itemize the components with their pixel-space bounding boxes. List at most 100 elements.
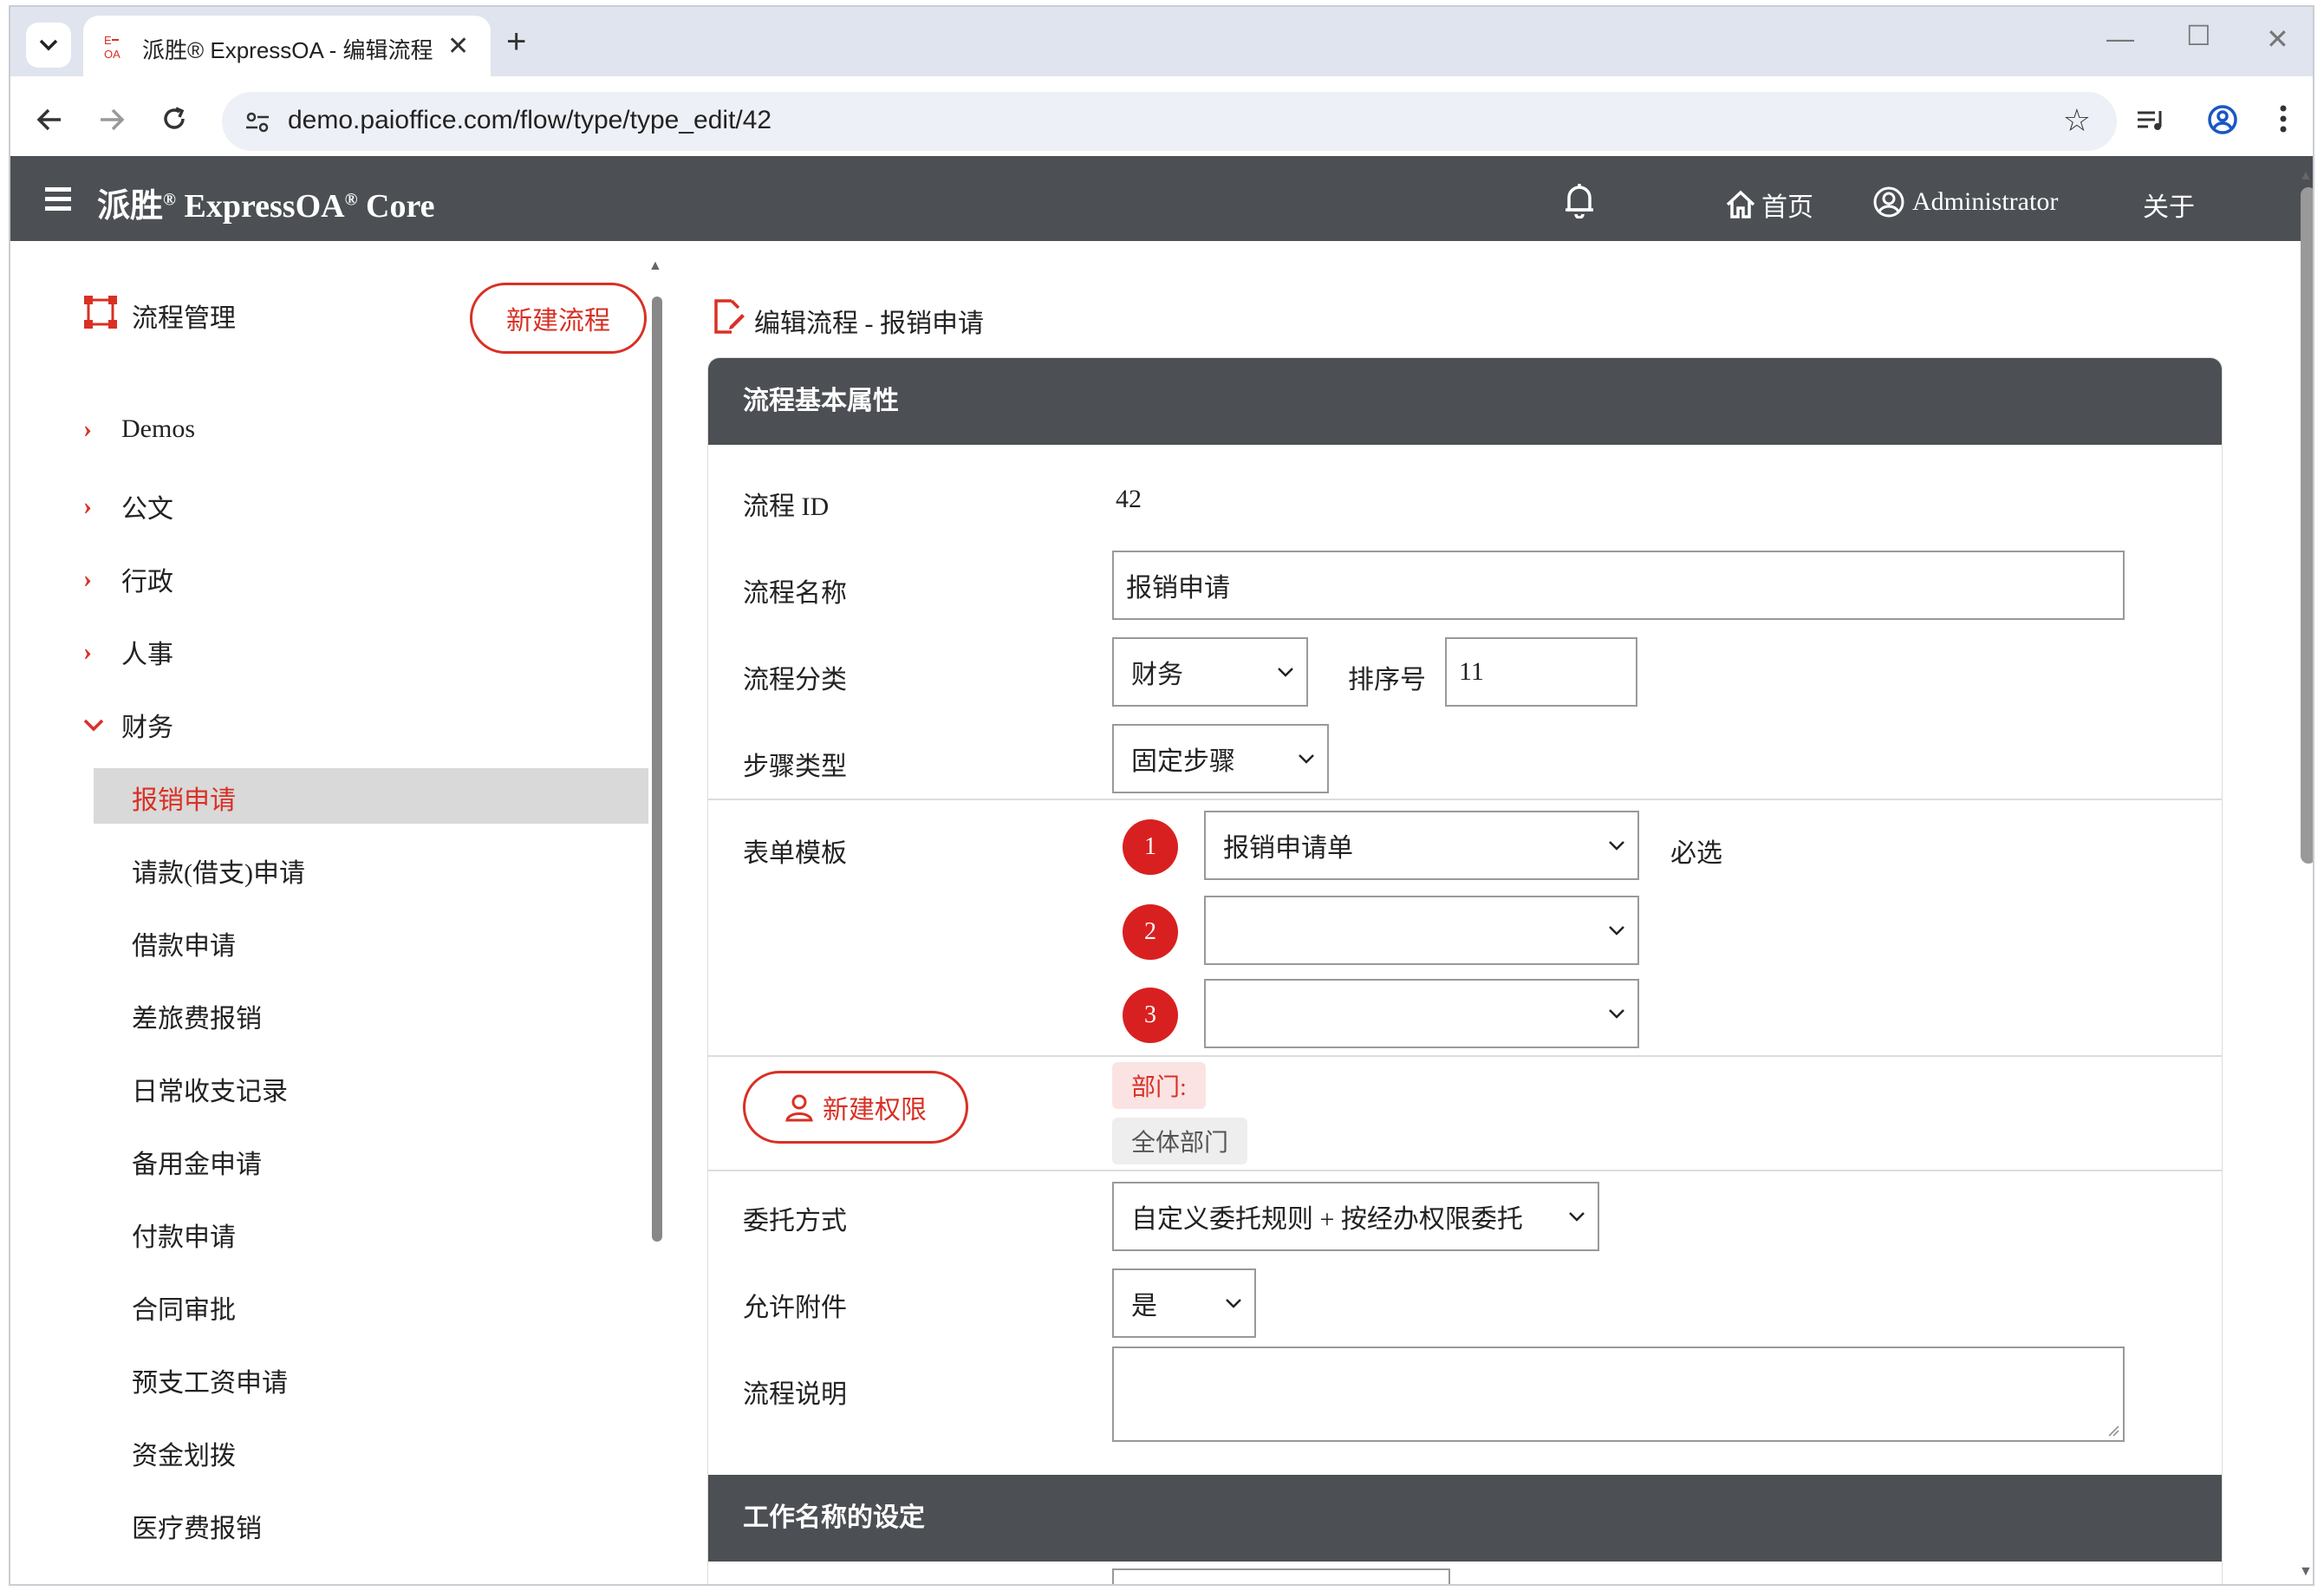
flow-name-input[interactable]: 报销申请 [1112,551,2125,620]
chevron-down-icon [1609,1009,1624,1019]
bookmark-star-icon[interactable]: ☆ [2063,102,2091,139]
browser-tab-active[interactable]: E OA 派胜® ExpressOA - 编辑流程 ✕ [83,16,491,76]
tab-close-icon[interactable]: ✕ [447,31,469,62]
chevron-down-icon [1299,754,1314,764]
reload-icon[interactable] [161,106,187,132]
divider [708,799,2222,800]
permission-dept-value: 全体部门 [1112,1118,1248,1164]
label-sort-no: 排序号 [1348,666,1426,694]
sidebar-item-baoxiao[interactable]: 报销申请 [132,779,236,817]
chevron-right-icon: › [83,637,92,666]
nav-home-label: 首页 [1761,193,1813,222]
home-icon [1726,190,1755,218]
resize-handle-icon[interactable] [2107,1425,2119,1437]
flow-category-value: 财务 [1131,661,1183,689]
tab-search-button[interactable] [26,23,71,68]
sidebar-item-jiekuan[interactable]: 借款申请 [132,924,236,962]
chevron-right-icon: › [83,414,92,443]
nav-about[interactable]: 关于 [2143,186,2195,224]
sidebar-item-richang[interactable]: 日常收支记录 [132,1070,288,1108]
nav-user[interactable]: Administrator [1872,186,2058,218]
page-scroll-up-icon[interactable]: ▲ [2299,168,2313,184]
sidebar-item-hetong[interactable]: 合同审批 [132,1288,236,1327]
chevron-right-icon: › [83,492,92,520]
form-template-select-3[interactable] [1204,979,1639,1048]
chevron-right-icon: › [83,564,92,593]
sidebar-category-gongwen[interactable]: › 公文 [83,487,173,525]
forward-arrow-icon[interactable] [99,108,125,132]
bell-icon[interactable] [1562,182,1597,218]
category-label: Demos [121,414,195,443]
profile-icon[interactable] [2207,104,2238,135]
app-brand[interactable]: 派胜® ExpressOA® Core [97,179,435,226]
sidebar-item-fukuan[interactable]: 付款申请 [132,1216,236,1254]
sidebar: 流程管理 新建流程 › Demos › 公文 › 行政 › 人事 财务 报销申请 请款(… [10,241,669,1584]
sidebar-item-qingkuan[interactable]: 请款(借支)申请 [132,851,305,890]
nav-user-label: Administrator [1912,187,2059,216]
new-permission-button[interactable]: 新建权限 [743,1071,968,1144]
work-name-input[interactable] [1112,1568,1450,1584]
expressoa-favicon-icon: E OA [104,34,120,61]
flow-edit-panel: 流程基本属性 流程 ID 42 流程名称 报销申请 流程分类 财务 排序号 11… [707,357,2223,1584]
form-template-select-2[interactable] [1204,896,1639,965]
brand-edition: Core [357,188,435,225]
required-label: 必选 [1670,839,1722,868]
allow-attach-value: 是 [1131,1292,1157,1320]
page-scrollbar[interactable] [2301,187,2313,864]
delegation-select[interactable]: 自定义委托规则 + 按经办权限委托 [1112,1182,1599,1251]
browser-window: E OA 派胜® ExpressOA - 编辑流程 ✕ + — ☐ ✕ demo… [9,5,2314,1586]
section-header-work-name: 工作名称的设定 [708,1475,2222,1562]
sidebar-item-zijin[interactable]: 资金划拨 [132,1434,236,1472]
minimize-icon[interactable]: — [2106,23,2134,55]
form-template-select-1[interactable]: 报销申请单 [1204,811,1639,880]
sort-no-value: 11 [1459,657,1484,686]
sidebar-category-demos[interactable]: › Demos [83,414,195,444]
address-bar[interactable]: demo.paioffice.com/flow/type/type_edit/4… [222,92,2117,151]
sort-no-input[interactable]: 11 [1445,637,1637,707]
form-slot-badge-1: 1 [1123,819,1178,875]
chevron-down-icon [1609,841,1624,851]
scroll-up-arrow-icon[interactable]: ▲ [648,258,662,274]
chevron-down-icon [39,39,58,51]
page-title: 编辑流程 - 报销申请 [754,310,984,338]
reg-mark: ® [344,190,358,210]
new-tab-button[interactable]: + [506,24,526,59]
chevron-down-icon [1609,926,1624,936]
hamburger-menu-icon[interactable] [45,187,71,211]
sidebar-item-yiliao[interactable]: 医疗费报销 [132,1507,262,1545]
brand-product: ExpressOA [175,188,345,225]
reading-list-icon[interactable] [2136,108,2165,134]
label-flow-category: 流程分类 [743,666,847,694]
svg-text:OA: OA [104,48,120,61]
sidebar-scrollbar[interactable] [652,297,662,1242]
new-flow-button[interactable]: 新建流程 [470,283,647,354]
description-textarea[interactable] [1112,1346,2125,1442]
tab-title: 派胜® ExpressOA - 编辑流程 [142,37,433,63]
maximize-icon[interactable]: ☐ [2186,19,2211,52]
form-template-value-1: 报销申请单 [1223,834,1353,863]
flow-category-select[interactable]: 财务 [1112,637,1308,707]
sidebar-item-chailv[interactable]: 差旅费报销 [132,997,262,1035]
label-form-template: 表单模板 [743,839,847,868]
sidebar-title: 流程管理 [132,304,236,333]
step-type-select[interactable]: 固定步骤 [1112,724,1329,793]
form-slot-badge-3: 3 [1123,988,1178,1043]
sidebar-category-xingzheng[interactable]: › 行政 [83,560,173,598]
nav-home[interactable]: 首页 [1725,186,1813,224]
kebab-menu-icon[interactable] [2280,104,2287,134]
label-step-type: 步骤类型 [743,753,847,781]
close-window-icon[interactable]: ✕ [2266,23,2289,55]
category-label: 人事 [121,641,173,669]
allow-attach-select[interactable]: 是 [1112,1268,1256,1338]
tab-strip: E OA 派胜® ExpressOA - 编辑流程 ✕ + — ☐ ✕ [10,7,2313,76]
sidebar-category-caiwu[interactable]: 财务 [83,706,173,744]
page-scroll-down-icon[interactable]: ▼ [2299,1564,2313,1580]
sidebar-item-beiyongjin[interactable]: 备用金申请 [132,1143,262,1181]
sidebar-category-renshi[interactable]: › 人事 [83,633,173,671]
new-permission-label: 新建权限 [823,1096,927,1125]
user-icon [785,1094,813,1122]
sidebar-item-yuzhi[interactable]: 预支工资申请 [132,1361,288,1399]
back-arrow-icon[interactable] [36,108,62,132]
url-text: demo.paioffice.com/flow/type/type_edit/4… [288,106,772,134]
site-settings-icon[interactable] [244,109,270,135]
